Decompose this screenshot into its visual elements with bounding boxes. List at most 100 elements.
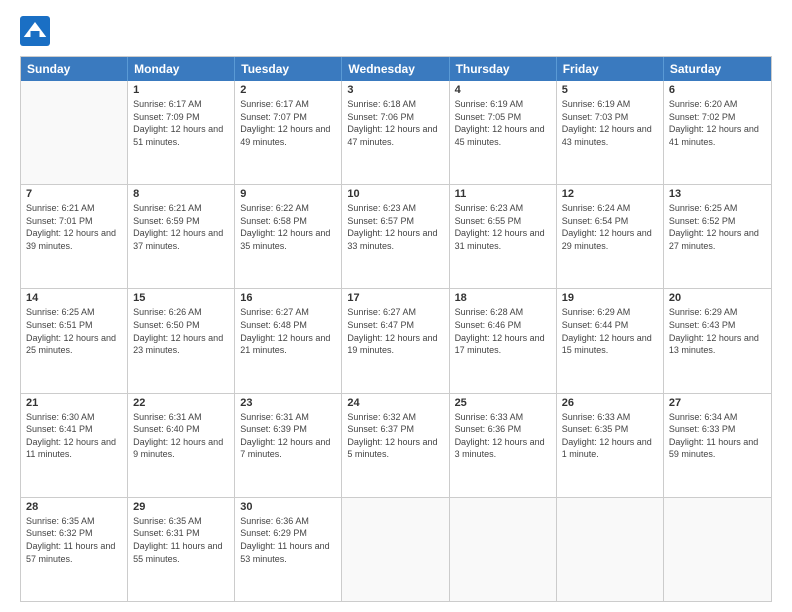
calendar-cell: 17 Sunrise: 6:27 AMSunset: 6:47 PMDayligh… — [342, 289, 449, 392]
calendar-cell — [557, 498, 664, 601]
day-number: 27 — [669, 397, 766, 409]
logo-icon — [20, 16, 50, 46]
day-info: Sunrise: 6:29 AMSunset: 6:44 PMDaylight:… — [562, 306, 658, 356]
calendar-cell: 3 Sunrise: 6:18 AMSunset: 7:06 PMDaylight… — [342, 81, 449, 184]
day-info: Sunrise: 6:24 AMSunset: 6:54 PMDaylight:… — [562, 202, 658, 252]
calendar-cell: 22 Sunrise: 6:31 AMSunset: 6:40 PMDayligh… — [128, 394, 235, 497]
calendar-cell: 19Sunrise: 6:29 AMSunset: 6:44 PMDayligh… — [557, 289, 664, 392]
day-header-saturday: Saturday — [664, 57, 771, 81]
day-number: 12 — [562, 188, 658, 200]
day-number: 4 — [455, 84, 551, 96]
day-number: 1 — [133, 84, 229, 96]
day-number: 21 — [26, 397, 122, 409]
day-number: 15 — [133, 292, 229, 304]
day-header-thursday: Thursday — [450, 57, 557, 81]
calendar-cell: 8 Sunrise: 6:21 AMSunset: 6:59 PMDaylight… — [128, 185, 235, 288]
day-number: 6 — [669, 84, 766, 96]
day-info: Sunrise: 6:35 AMSunset: 6:31 PMDaylight:… — [133, 515, 229, 565]
day-number: 13 — [669, 188, 766, 200]
day-number: 20 — [669, 292, 766, 304]
calendar-cell — [21, 81, 128, 184]
day-number: 8 — [133, 188, 229, 200]
calendar-week-1: 1 Sunrise: 6:17 AMSunset: 7:09 PMDaylight… — [21, 81, 771, 185]
calendar-cell: 14 Sunrise: 6:25 AMSunset: 6:51 PMDayligh… — [21, 289, 128, 392]
day-header-tuesday: Tuesday — [235, 57, 342, 81]
day-number: 22 — [133, 397, 229, 409]
day-number: 30 — [240, 501, 336, 513]
calendar-cell — [342, 498, 449, 601]
calendar-cell: 25Sunrise: 6:33 AMSunset: 6:36 PMDayligh… — [450, 394, 557, 497]
day-header-monday: Monday — [128, 57, 235, 81]
calendar-cell: 26 Sunrise: 6:33 AMSunset: 6:35 PMDayligh… — [557, 394, 664, 497]
calendar-cell: 4Sunrise: 6:19 AMSunset: 7:05 PMDaylight… — [450, 81, 557, 184]
day-info: Sunrise: 6:32 AMSunset: 6:37 PMDaylight:… — [347, 411, 443, 461]
day-info: Sunrise: 6:33 AMSunset: 6:35 PMDaylight:… — [562, 411, 658, 461]
day-info: Sunrise: 6:23 AMSunset: 6:55 PMDaylight:… — [455, 202, 551, 252]
calendar-cell: 7 Sunrise: 6:21 AMSunset: 7:01 PMDaylight… — [21, 185, 128, 288]
day-info: Sunrise: 6:17 AMSunset: 7:09 PMDaylight:… — [133, 98, 229, 148]
page: SundayMondayTuesdayWednesdayThursdayFrid… — [0, 0, 792, 612]
calendar-cell: 9 Sunrise: 6:22 AMSunset: 6:58 PMDaylight… — [235, 185, 342, 288]
calendar-cell: 29 Sunrise: 6:35 AMSunset: 6:31 PMDayligh… — [128, 498, 235, 601]
day-info: Sunrise: 6:18 AMSunset: 7:06 PMDaylight:… — [347, 98, 443, 148]
day-info: Sunrise: 6:31 AMSunset: 6:39 PMDaylight:… — [240, 411, 336, 461]
day-info: Sunrise: 6:20 AMSunset: 7:02 PMDaylight:… — [669, 98, 766, 148]
day-number: 28 — [26, 501, 122, 513]
calendar-week-4: 21Sunrise: 6:30 AMSunset: 6:41 PMDayligh… — [21, 394, 771, 498]
day-number: 11 — [455, 188, 551, 200]
calendar-cell: 18Sunrise: 6:28 AMSunset: 6:46 PMDayligh… — [450, 289, 557, 392]
calendar-cell: 20 Sunrise: 6:29 AMSunset: 6:43 PMDayligh… — [664, 289, 771, 392]
calendar-cell: 1 Sunrise: 6:17 AMSunset: 7:09 PMDaylight… — [128, 81, 235, 184]
day-number: 23 — [240, 397, 336, 409]
calendar-week-3: 14 Sunrise: 6:25 AMSunset: 6:51 PMDayligh… — [21, 289, 771, 393]
calendar-header: SundayMondayTuesdayWednesdayThursdayFrid… — [21, 57, 771, 81]
calendar-cell: 10Sunrise: 6:23 AMSunset: 6:57 PMDayligh… — [342, 185, 449, 288]
day-info: Sunrise: 6:27 AMSunset: 6:48 PMDaylight:… — [240, 306, 336, 356]
day-number: 16 — [240, 292, 336, 304]
day-number: 5 — [562, 84, 658, 96]
day-info: Sunrise: 6:27 AMSunset: 6:47 PMDaylight:… — [347, 306, 443, 356]
day-number: 9 — [240, 188, 336, 200]
calendar-cell: 15 Sunrise: 6:26 AMSunset: 6:50 PMDayligh… — [128, 289, 235, 392]
calendar-cell: 23 Sunrise: 6:31 AMSunset: 6:39 PMDayligh… — [235, 394, 342, 497]
day-number: 14 — [26, 292, 122, 304]
day-number: 17 — [347, 292, 443, 304]
calendar-cell — [664, 498, 771, 601]
day-info: Sunrise: 6:26 AMSunset: 6:50 PMDaylight:… — [133, 306, 229, 356]
day-info: Sunrise: 6:21 AMSunset: 6:59 PMDaylight:… — [133, 202, 229, 252]
day-number: 24 — [347, 397, 443, 409]
calendar-cell: 27Sunrise: 6:34 AMSunset: 6:33 PMDayligh… — [664, 394, 771, 497]
day-info: Sunrise: 6:35 AMSunset: 6:32 PMDaylight:… — [26, 515, 122, 565]
calendar: SundayMondayTuesdayWednesdayThursdayFrid… — [20, 56, 772, 602]
day-info: Sunrise: 6:25 AMSunset: 6:52 PMDaylight:… — [669, 202, 766, 252]
header — [20, 16, 772, 46]
calendar-week-5: 28 Sunrise: 6:35 AMSunset: 6:32 PMDayligh… — [21, 498, 771, 601]
calendar-cell: 16 Sunrise: 6:27 AMSunset: 6:48 PMDayligh… — [235, 289, 342, 392]
day-number: 29 — [133, 501, 229, 513]
calendar-week-2: 7 Sunrise: 6:21 AMSunset: 7:01 PMDaylight… — [21, 185, 771, 289]
day-info: Sunrise: 6:36 AMSunset: 6:29 PMDaylight:… — [240, 515, 336, 565]
day-info: Sunrise: 6:21 AMSunset: 7:01 PMDaylight:… — [26, 202, 122, 252]
day-info: Sunrise: 6:22 AMSunset: 6:58 PMDaylight:… — [240, 202, 336, 252]
calendar-cell: 30 Sunrise: 6:36 AMSunset: 6:29 PMDayligh… — [235, 498, 342, 601]
calendar-cell: 13 Sunrise: 6:25 AMSunset: 6:52 PMDayligh… — [664, 185, 771, 288]
day-info: Sunrise: 6:29 AMSunset: 6:43 PMDaylight:… — [669, 306, 766, 356]
calendar-cell: 28 Sunrise: 6:35 AMSunset: 6:32 PMDayligh… — [21, 498, 128, 601]
day-number: 25 — [455, 397, 551, 409]
day-header-friday: Friday — [557, 57, 664, 81]
calendar-cell: 12 Sunrise: 6:24 AMSunset: 6:54 PMDayligh… — [557, 185, 664, 288]
calendar-cell: 2 Sunrise: 6:17 AMSunset: 7:07 PMDaylight… — [235, 81, 342, 184]
day-number: 7 — [26, 188, 122, 200]
calendar-cell: 21Sunrise: 6:30 AMSunset: 6:41 PMDayligh… — [21, 394, 128, 497]
day-info: Sunrise: 6:17 AMSunset: 7:07 PMDaylight:… — [240, 98, 336, 148]
day-number: 2 — [240, 84, 336, 96]
day-info: Sunrise: 6:31 AMSunset: 6:40 PMDaylight:… — [133, 411, 229, 461]
day-number: 26 — [562, 397, 658, 409]
calendar-cell: 6 Sunrise: 6:20 AMSunset: 7:02 PMDaylight… — [664, 81, 771, 184]
day-number: 3 — [347, 84, 443, 96]
calendar-body: 1 Sunrise: 6:17 AMSunset: 7:09 PMDaylight… — [21, 81, 771, 601]
day-info: Sunrise: 6:19 AMSunset: 7:03 PMDaylight:… — [562, 98, 658, 148]
calendar-cell: 11 Sunrise: 6:23 AMSunset: 6:55 PMDayligh… — [450, 185, 557, 288]
day-info: Sunrise: 6:28 AMSunset: 6:46 PMDaylight:… — [455, 306, 551, 356]
day-info: Sunrise: 6:25 AMSunset: 6:51 PMDaylight:… — [26, 306, 122, 356]
